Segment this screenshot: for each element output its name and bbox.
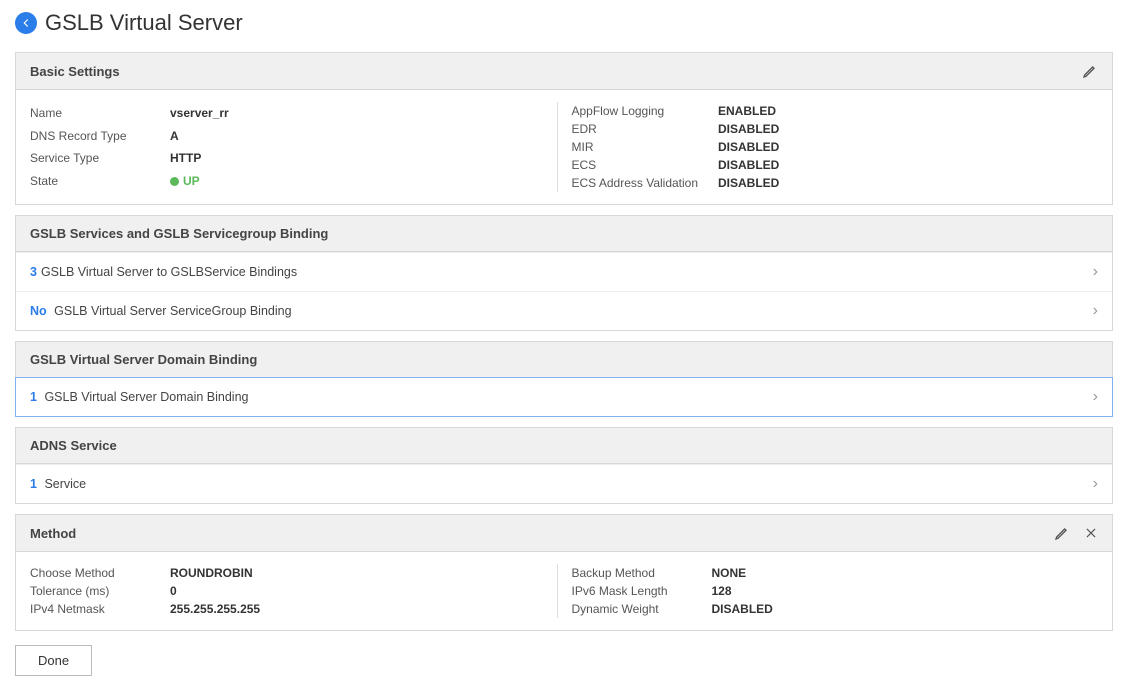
backup-label: Backup Method bbox=[572, 564, 712, 582]
binding-text: GSLB Virtual Server ServiceGroup Binding bbox=[54, 304, 291, 318]
edit-button[interactable] bbox=[1054, 525, 1070, 541]
close-button[interactable] bbox=[1084, 526, 1098, 540]
dyn-label: Dynamic Weight bbox=[572, 600, 712, 618]
method-left-column: Choose MethodROUNDROBIN Tolerance (ms)0 … bbox=[30, 564, 557, 618]
section-title: Basic Settings bbox=[30, 64, 120, 79]
binding-count: 3 bbox=[30, 265, 37, 279]
binding-count: No bbox=[30, 304, 47, 318]
dns-label: DNS Record Type bbox=[30, 125, 170, 148]
arrow-left-icon bbox=[19, 16, 33, 30]
back-button[interactable] bbox=[15, 12, 37, 34]
chevron-right-icon: › bbox=[1093, 475, 1098, 493]
pencil-icon bbox=[1054, 525, 1070, 541]
domain-binding-header: GSLB Virtual Server Domain Binding bbox=[16, 342, 1112, 378]
section-title: ADNS Service bbox=[30, 438, 117, 453]
choose-value: ROUNDROBIN bbox=[170, 564, 557, 582]
chevron-right-icon: › bbox=[1093, 263, 1098, 281]
chevron-right-icon: › bbox=[1093, 302, 1098, 320]
ecs-value: DISABLED bbox=[718, 156, 1098, 174]
backup-value: NONE bbox=[712, 564, 1099, 582]
domain-binding-row[interactable]: 1 GSLB Virtual Server Domain Binding › bbox=[15, 377, 1113, 417]
ipv4-value: 255.255.255.255 bbox=[170, 600, 557, 618]
ipv4-label: IPv4 Netmask bbox=[30, 600, 170, 618]
name-label: Name bbox=[30, 102, 170, 125]
basic-right-column: AppFlow LoggingENABLED EDRDISABLED MIRDI… bbox=[557, 102, 1099, 192]
gslb-servicegroup-binding-row[interactable]: No GSLB Virtual Server ServiceGroup Bind… bbox=[16, 291, 1112, 330]
svc-label: Service Type bbox=[30, 147, 170, 170]
binding-count: 1 bbox=[30, 390, 37, 404]
binding-text: GSLB Virtual Server to GSLBService Bindi… bbox=[41, 265, 297, 279]
status-dot-icon bbox=[170, 177, 179, 186]
adns-section: ADNS Service 1 Service › bbox=[15, 427, 1113, 504]
basic-settings-header: Basic Settings bbox=[16, 53, 1112, 90]
binding-count: 1 bbox=[30, 477, 37, 491]
edit-button[interactable] bbox=[1082, 63, 1098, 79]
basic-left-column: Namevserver_rr DNS Record TypeA Service … bbox=[30, 102, 557, 192]
services-header: GSLB Services and GSLB Servicegroup Bind… bbox=[16, 216, 1112, 252]
adns-service-row[interactable]: 1 Service › bbox=[16, 464, 1112, 503]
services-section: GSLB Services and GSLB Servicegroup Bind… bbox=[15, 215, 1113, 331]
gslb-service-binding-row[interactable]: 3 GSLB Virtual Server to GSLBService Bind… bbox=[16, 252, 1112, 291]
name-value: vserver_rr bbox=[170, 102, 557, 125]
done-button[interactable]: Done bbox=[15, 645, 92, 676]
method-section: Method Choose MethodROUNDROBIN Tolerance… bbox=[15, 514, 1113, 631]
tol-label: Tolerance (ms) bbox=[30, 582, 170, 600]
method-body: Choose MethodROUNDROBIN Tolerance (ms)0 … bbox=[16, 552, 1112, 630]
chevron-right-icon: › bbox=[1093, 388, 1098, 406]
mir-value: DISABLED bbox=[718, 138, 1098, 156]
state-value: UP bbox=[170, 170, 557, 193]
svc-value: HTTP bbox=[170, 147, 557, 170]
ecs-label: ECS bbox=[572, 156, 719, 174]
dns-value: A bbox=[170, 125, 557, 148]
domain-binding-section: GSLB Virtual Server Domain Binding 1 GSL… bbox=[15, 341, 1113, 417]
method-right-column: Backup MethodNONE IPv6 Mask Length128 Dy… bbox=[557, 564, 1099, 618]
page-title: GSLB Virtual Server bbox=[45, 10, 243, 36]
basic-settings-section: Basic Settings Namevserver_rr DNS Record… bbox=[15, 52, 1113, 205]
page-header: GSLB Virtual Server bbox=[15, 10, 1113, 36]
ecsval-label: ECS Address Validation bbox=[572, 174, 719, 192]
section-title: GSLB Services and GSLB Servicegroup Bind… bbox=[30, 226, 328, 241]
section-title: GSLB Virtual Server Domain Binding bbox=[30, 352, 257, 367]
pencil-icon bbox=[1082, 63, 1098, 79]
edr-label: EDR bbox=[572, 120, 719, 138]
choose-label: Choose Method bbox=[30, 564, 170, 582]
state-label: State bbox=[30, 170, 170, 193]
appflow-label: AppFlow Logging bbox=[572, 102, 719, 120]
adns-header: ADNS Service bbox=[16, 428, 1112, 464]
appflow-value: ENABLED bbox=[718, 102, 1098, 120]
close-icon bbox=[1084, 526, 1098, 540]
binding-text: GSLB Virtual Server Domain Binding bbox=[44, 390, 248, 404]
edr-value: DISABLED bbox=[718, 120, 1098, 138]
tol-value: 0 bbox=[170, 582, 557, 600]
mir-label: MIR bbox=[572, 138, 719, 156]
ecsval-value: DISABLED bbox=[718, 174, 1098, 192]
basic-settings-body: Namevserver_rr DNS Record TypeA Service … bbox=[16, 90, 1112, 204]
method-header: Method bbox=[16, 515, 1112, 552]
ipv6-value: 128 bbox=[712, 582, 1099, 600]
binding-text: Service bbox=[44, 477, 86, 491]
dyn-value: DISABLED bbox=[712, 600, 1099, 618]
section-title: Method bbox=[30, 526, 76, 541]
ipv6-label: IPv6 Mask Length bbox=[572, 582, 712, 600]
